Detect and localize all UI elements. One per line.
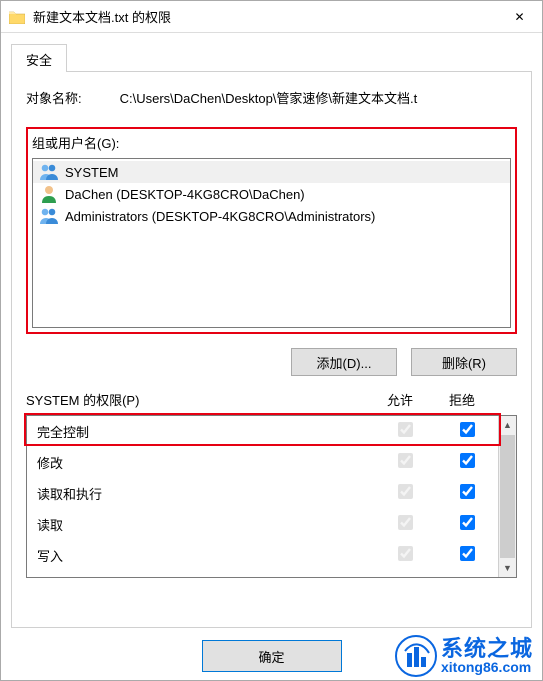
- watermark-url: xitong86.com: [441, 660, 533, 674]
- window-title: 新建文本文档.txt 的权限: [33, 7, 497, 26]
- scrollbar[interactable]: ▲ ▼: [498, 416, 516, 577]
- watermark-logo-icon: [395, 635, 437, 677]
- scroll-thumb[interactable]: [500, 435, 515, 558]
- group-buttons: 添加(D)... 删除(R): [26, 348, 517, 376]
- folder-icon: [9, 10, 25, 24]
- permission-name: 修改: [37, 453, 374, 472]
- close-button[interactable]: ✕: [497, 2, 542, 32]
- permissions-dialog: 新建文本文档.txt 的权限 ✕ 安全 对象名称: C:\Users\DaChe…: [0, 0, 543, 681]
- permissions-scroll-area: 完全控制 修改 读取和执行: [27, 416, 498, 577]
- deny-checkbox[interactable]: [436, 515, 498, 533]
- object-name-label: 对象名称:: [26, 88, 82, 107]
- group-section-highlight: 组或用户名(G): SYSTEM DaChen (DESKTOP-4KG8CRO…: [26, 127, 517, 334]
- groups-listbox[interactable]: SYSTEM DaChen (DESKTOP-4KG8CRO\DaChen) A…: [32, 158, 511, 328]
- permission-row: 写入: [27, 540, 498, 571]
- dialog-body: 安全 对象名称: C:\Users\DaChen\Desktop\管家速修\新建…: [1, 33, 542, 680]
- ok-button[interactable]: 确定: [202, 640, 342, 672]
- deny-checkbox[interactable]: [436, 546, 498, 564]
- tab-panel-security: 对象名称: C:\Users\DaChen\Desktop\管家速修\新建文本文…: [11, 71, 532, 628]
- list-item-label: Administrators (DESKTOP-4KG8CRO\Administ…: [65, 209, 375, 224]
- permission-row: 完全控制: [27, 416, 498, 447]
- list-item[interactable]: SYSTEM: [33, 161, 510, 183]
- list-item[interactable]: DaChen (DESKTOP-4KG8CRO\DaChen): [33, 183, 510, 205]
- deny-checkbox[interactable]: [436, 484, 498, 502]
- groups-label: 组或用户名(G):: [32, 133, 511, 152]
- permissions-header: SYSTEM 的权限(P) 允许 拒绝: [26, 390, 517, 415]
- add-button[interactable]: 添加(D)...: [291, 348, 397, 376]
- watermark-text: 系统之城 xitong86.com: [441, 638, 533, 674]
- group-icon: [39, 163, 59, 181]
- permission-row: 修改: [27, 447, 498, 478]
- permissions-header-label: SYSTEM 的权限(P): [26, 390, 369, 409]
- scroll-down-icon[interactable]: ▼: [499, 559, 516, 577]
- tab-security[interactable]: 安全: [11, 44, 67, 72]
- watermark-title: 系统之城: [441, 638, 533, 660]
- button-label: 确定: [258, 647, 284, 666]
- list-item-label: SYSTEM: [65, 165, 118, 180]
- titlebar: 新建文本文档.txt 的权限 ✕: [1, 1, 542, 33]
- button-label: 删除(R): [442, 353, 486, 372]
- column-allow: 允许: [369, 390, 431, 409]
- group-icon: [39, 207, 59, 225]
- button-label: 添加(D)...: [317, 353, 372, 372]
- tab-label: 安全: [26, 53, 52, 68]
- allow-checkbox: [374, 546, 436, 564]
- list-item[interactable]: Administrators (DESKTOP-4KG8CRO\Administ…: [33, 205, 510, 227]
- permissions-grid: 完全控制 修改 读取和执行: [26, 415, 517, 578]
- allow-checkbox: [374, 422, 436, 440]
- tab-strip: 安全: [11, 43, 532, 71]
- permission-name: 读取和执行: [37, 484, 374, 503]
- allow-checkbox: [374, 453, 436, 471]
- permissions-list: 完全控制 修改 读取和执行: [26, 415, 517, 578]
- allow-checkbox: [374, 484, 436, 502]
- user-icon: [39, 185, 59, 203]
- permission-name: 完全控制: [37, 422, 374, 441]
- column-deny: 拒绝: [431, 390, 493, 409]
- permission-name: 读取: [37, 515, 374, 534]
- watermark: 系统之城 xitong86.com: [395, 635, 533, 677]
- permission-row: 读取: [27, 509, 498, 540]
- allow-checkbox: [374, 515, 436, 533]
- deny-checkbox[interactable]: [436, 422, 498, 440]
- remove-button[interactable]: 删除(R): [411, 348, 517, 376]
- close-icon: ✕: [514, 10, 524, 24]
- permission-row: 读取和执行: [27, 478, 498, 509]
- scroll-up-icon[interactable]: ▲: [499, 416, 516, 434]
- object-name-row: 对象名称: C:\Users\DaChen\Desktop\管家速修\新建文本文…: [26, 88, 517, 107]
- list-item-label: DaChen (DESKTOP-4KG8CRO\DaChen): [65, 187, 305, 202]
- object-name-value: C:\Users\DaChen\Desktop\管家速修\新建文本文档.t: [120, 88, 517, 107]
- deny-checkbox[interactable]: [436, 453, 498, 471]
- permission-name: 写入: [37, 546, 374, 565]
